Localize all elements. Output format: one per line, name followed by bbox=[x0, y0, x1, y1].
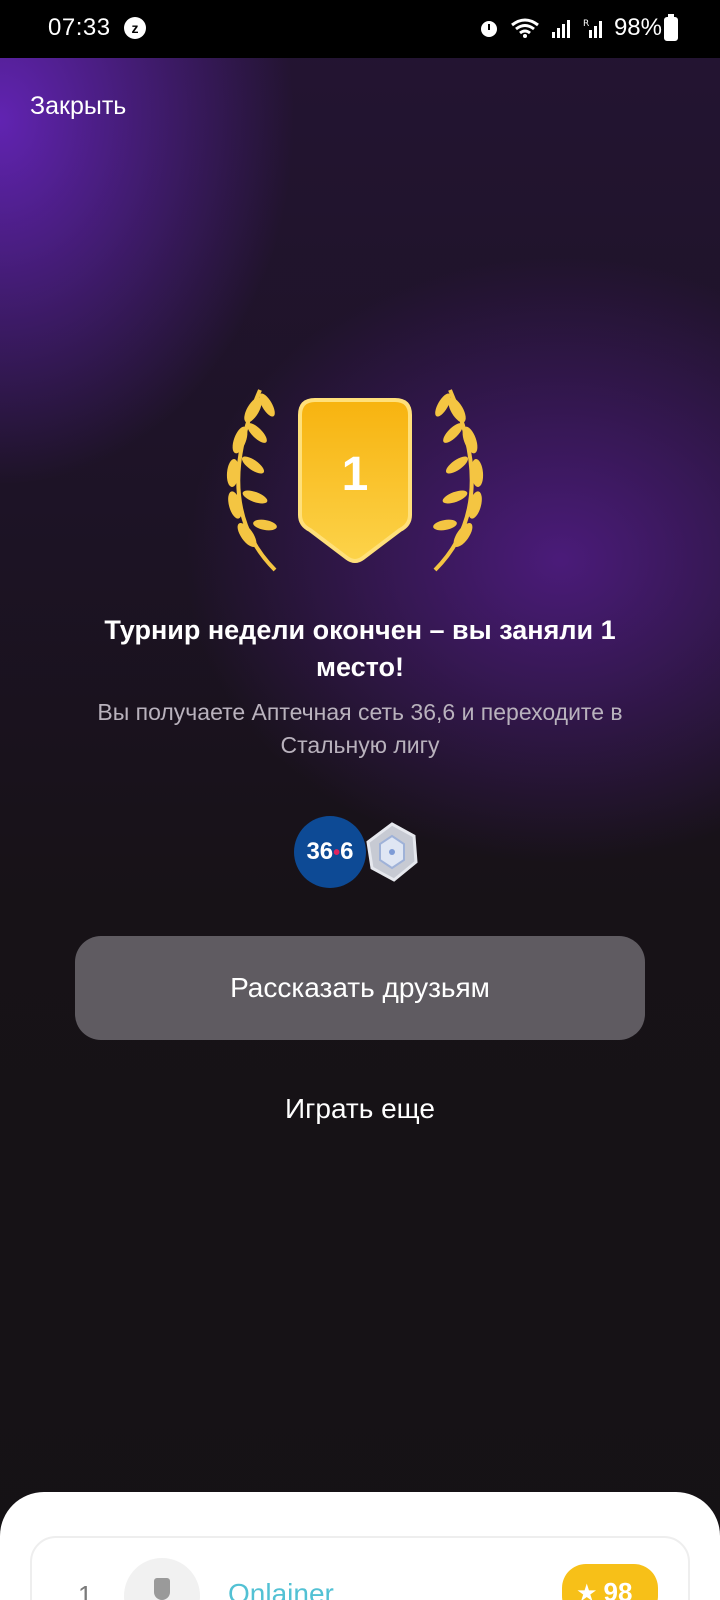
leaderboard-sheet[interactable]: 1 Onlainer ★ 98 bbox=[0, 1492, 720, 1600]
share-with-friends-button[interactable]: Рассказать друзьям bbox=[75, 936, 645, 1040]
partner-logo-right: 6 bbox=[340, 838, 354, 865]
leaderboard-score-badge: ★ 98 bbox=[562, 1564, 658, 1600]
alarm-icon bbox=[480, 21, 497, 37]
star-icon: ★ bbox=[576, 1580, 598, 1600]
partner-logo: 36•6 bbox=[294, 816, 366, 888]
leaderboard-score: 98 bbox=[603, 1577, 633, 1600]
roaming-signal-icon: R bbox=[583, 19, 602, 38]
battery-percent: 98% bbox=[613, 14, 662, 41]
status-bar: 07:33 z R 98% bbox=[0, 0, 720, 58]
avatar bbox=[124, 1558, 200, 1600]
laurel-left-icon bbox=[226, 389, 277, 572]
svg-text:R: R bbox=[583, 19, 589, 29]
first-place-trophy: 1 bbox=[226, 389, 484, 572]
steel-league-badge-icon bbox=[366, 822, 418, 882]
result-subtitle: Вы получаете Аптечная сеть 36,6 и перехо… bbox=[97, 699, 623, 758]
leaderboard-player-name: Onlainer bbox=[228, 1578, 334, 1600]
tournament-result-screen: 07:33 z R 98% Закрыть 1 Турнир недели ок… bbox=[0, 0, 720, 1600]
laurel-right-icon bbox=[433, 389, 484, 572]
wifi-icon bbox=[511, 18, 539, 38]
play-again-button[interactable]: Играть еще bbox=[160, 1093, 560, 1125]
leaderboard-row[interactable]: 1 Onlainer ★ 98 bbox=[30, 1536, 690, 1600]
leaderboard-rank: 1 bbox=[78, 1580, 93, 1600]
place-number: 1 bbox=[342, 448, 369, 501]
partner-logo-left: 36 bbox=[306, 838, 334, 865]
signal-icon bbox=[551, 20, 570, 38]
battery-icon bbox=[664, 14, 678, 41]
status-icons: R 98% bbox=[478, 14, 662, 42]
result-title: Турнир недели окончен – вы заняли 1 мест… bbox=[104, 615, 616, 682]
alarm-snooze-icon: z bbox=[124, 17, 146, 39]
status-time: 07:33 bbox=[48, 14, 111, 41]
close-button[interactable]: Закрыть bbox=[30, 92, 126, 121]
